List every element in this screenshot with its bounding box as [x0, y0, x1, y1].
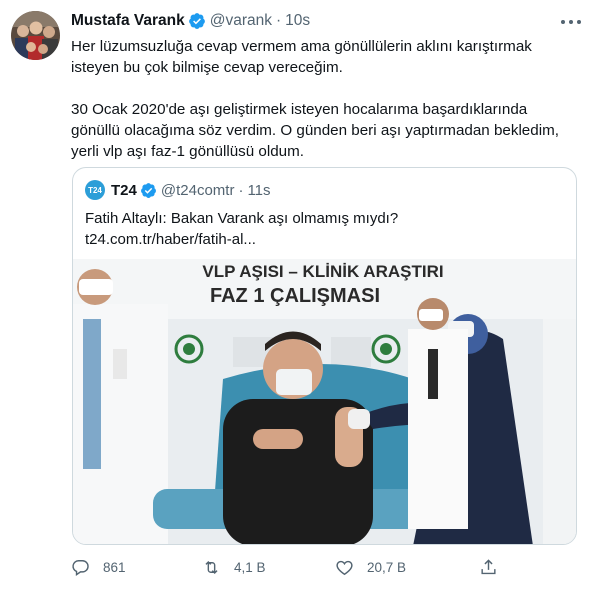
avatar[interactable]: [11, 11, 60, 60]
action-bar: 861 4,1 B 20,7 B: [71, 556, 511, 578]
tweet-text-line: yerli vlp aşı faz-1 gönüllüsü oldum.: [71, 143, 304, 160]
retweet-icon: [205, 560, 218, 574]
separator-dot: ·: [238, 181, 244, 199]
tweet-text-line: Her lüzumsuzluğa cevap vermem ama gönüll…: [71, 38, 532, 55]
separator-dot: ·: [275, 12, 282, 29]
reply-count: 861: [103, 559, 126, 575]
reply-button[interactable]: 861: [71, 556, 126, 578]
verified-badge-icon: [188, 13, 205, 29]
retweet-count: 4,1 B: [234, 559, 266, 575]
timestamp[interactable]: 10s: [285, 12, 310, 30]
share-icon: [481, 558, 496, 574]
author-handle[interactable]: @varank: [210, 12, 272, 30]
quoted-link[interactable]: t24.com.tr/haber/fatih-al...: [85, 229, 398, 250]
tweet-text-line: gönüllü olacağıma söz verdim. O günden b…: [71, 122, 559, 139]
quoted-avatar[interactable]: T24: [85, 180, 105, 200]
verified-badge-icon: [140, 182, 156, 198]
tweet-header: Mustafa Varank @varank · 10s: [71, 10, 310, 32]
quoted-author-handle[interactable]: @t24comtr: [161, 182, 235, 199]
quoted-timestamp[interactable]: 11s: [247, 182, 270, 199]
banner-line-2: FAZ 1 ÇALIŞMASI: [210, 285, 380, 307]
quoted-tweet-header: T24 T24 @t24comtr · 11s: [85, 180, 271, 200]
quoted-text-line: Fatih Altaylı: Bakan Varank aşı olmamış …: [85, 210, 399, 227]
tweet-text: Her lüzumsuzluğa cevap vermem ama gönüll…: [71, 36, 571, 162]
like-count: 20,7 B: [367, 559, 407, 575]
tweet[interactable]: Mustafa Varank @varank · 10s Her lüzumsu…: [0, 0, 595, 592]
more-options-icon[interactable]: [561, 14, 581, 30]
banner-line-1: VLP AŞISI – KLİNİK ARAŞTIRI: [202, 262, 443, 281]
quoted-tweet-text: Fatih Altaylı: Bakan Varank aşı olmamış …: [85, 208, 398, 250]
heart-icon: [336, 560, 353, 575]
share-button[interactable]: [479, 556, 511, 578]
tweet-text-line: 30 Ocak 2020'de aşı geliştirmek isteyen …: [71, 101, 528, 118]
quoted-tweet[interactable]: T24 T24 @t24comtr · 11s Fatih Altaylı: B…: [72, 167, 577, 545]
reply-icon: [72, 559, 89, 576]
author-name[interactable]: Mustafa Varank: [71, 12, 185, 30]
retweet-button[interactable]: 4,1 B: [202, 556, 266, 578]
quoted-photo[interactable]: VLP AŞISI – KLİNİK ARAŞTIRI FAZ 1 ÇALIŞM…: [73, 259, 576, 544]
quoted-author-name[interactable]: T24: [111, 182, 137, 199]
tweet-text-line: isteyen bu çok bilmişe cevap vereceğim.: [71, 59, 343, 76]
like-button[interactable]: 20,7 B: [335, 556, 406, 578]
